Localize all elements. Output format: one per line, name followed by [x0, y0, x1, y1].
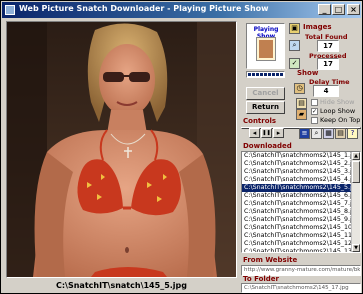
delay-time-input[interactable]: 4: [313, 85, 339, 97]
images-section-label: Images: [303, 23, 332, 31]
control-panel: Playing Show ▣ Images Total Found ⌕ 17 P…: [241, 21, 361, 293]
scroll-thumb[interactable]: [352, 161, 360, 183]
cancel-button[interactable]: Cancel: [246, 87, 285, 100]
app-icon: [5, 5, 15, 15]
slideshow-icon: ▤: [296, 98, 307, 109]
photo-caption: C:\SnatchIT\snatch\145_5.jpg: [55, 281, 187, 290]
displayed-photo: [7, 22, 236, 277]
controls-section-label: Controls: [243, 117, 277, 125]
next-button[interactable]: ▸: [273, 128, 284, 138]
minimize-button[interactable]: _: [318, 4, 331, 15]
processed-icon: ✓: [289, 58, 300, 69]
scroll-up-button[interactable]: ▲: [352, 152, 360, 160]
hide-show-label: Hide Show: [320, 98, 355, 106]
previous-button[interactable]: ◂: [249, 128, 260, 138]
scroll-down-button[interactable]: ▼: [352, 244, 360, 252]
to-folder-field: C:\SnatchIT\snatchmoms2\145_17.jpg: [241, 283, 361, 293]
hide-show-checkbox[interactable]: Hide Show: [311, 98, 354, 106]
keep-on-top-check: [311, 116, 318, 124]
processed-value: 17: [317, 58, 339, 70]
list-item[interactable]: C:\SnatchIT\snatchmoms2\145_2.jpg: [242, 160, 360, 168]
list-item[interactable]: C:\SnatchIT\snatchmoms2\145_13.jpg: [242, 248, 360, 252]
close-button[interactable]: ×: [347, 4, 360, 15]
window-title: Web Picture Snatch Downloader - Playing …: [19, 4, 269, 13]
help-icon[interactable]: ?: [347, 128, 358, 139]
list-item[interactable]: C:\SnatchIT\snatchmoms2\145_11.jpg: [242, 232, 360, 240]
hide-show-check: [311, 98, 318, 106]
loop-show-label: Loop Show: [320, 107, 356, 115]
downloaded-list[interactable]: C:\SnatchIT\snatchmoms2\145_1.jpg C:\Snat…: [241, 151, 361, 253]
title-bar[interactable]: Web Picture Snatch Downloader - Playing …: [2, 2, 361, 18]
return-button[interactable]: Return: [246, 101, 285, 114]
show-progress-bar: [246, 71, 285, 78]
images-icon: ▣: [289, 23, 300, 34]
pause-button[interactable]: ❚❚: [261, 128, 272, 138]
to-folder-label: To Folder: [243, 275, 280, 283]
list-item[interactable]: C:\SnatchIT\snatchmoms2\145_5.jpg: [242, 184, 360, 192]
details-icon[interactable]: ▤: [335, 128, 346, 139]
show-section-label: Show: [297, 69, 319, 77]
from-website-label: From Website: [243, 256, 298, 264]
list-item[interactable]: C:\SnatchIT\snatchmoms2\145_8.jpg: [242, 208, 360, 216]
picture-frame-icon: [256, 37, 276, 61]
list-item[interactable]: C:\SnatchIT\snatchmoms2\145_4.jpg: [242, 176, 360, 184]
search-images-icon: ⌕: [289, 40, 300, 51]
magnifier-icon[interactable]: ⌕: [311, 128, 322, 139]
photo-viewer: [6, 21, 237, 278]
list-view-icon[interactable]: ≡: [299, 128, 310, 139]
keep-on-top-checkbox[interactable]: Keep On Top: [311, 116, 360, 124]
maximize-button[interactable]: □: [332, 4, 345, 15]
total-found-value: 17: [317, 40, 339, 52]
app-window: Web Picture Snatch Downloader - Playing …: [0, 0, 363, 294]
list-item[interactable]: C:\SnatchIT\snatchmoms2\145_7.jpg: [242, 200, 360, 208]
keep-on-top-label: Keep On Top: [320, 116, 361, 124]
list-item[interactable]: C:\SnatchIT\snatchmoms2\145_9.jpg: [242, 216, 360, 224]
thumbnails-icon[interactable]: ▦: [323, 128, 334, 139]
folder-icon: ▰: [296, 109, 307, 120]
loop-show-check: ✓: [311, 107, 318, 115]
list-item[interactable]: C:\SnatchIT\snatchmoms2\145_1.jpg: [242, 152, 360, 160]
list-item[interactable]: C:\SnatchIT\snatchmoms2\145_12.jpg: [242, 240, 360, 248]
list-item[interactable]: C:\SnatchIT\snatchmoms2\145_10.jpg: [242, 224, 360, 232]
downloaded-scrollbar[interactable]: ▲ ▼: [351, 152, 360, 252]
loop-show-checkbox[interactable]: ✓ Loop Show: [311, 107, 355, 115]
timer-icon: ◷: [294, 83, 305, 94]
status-card: Playing Show: [246, 23, 285, 69]
downloaded-rows: C:\SnatchIT\snatchmoms2\145_1.jpg C:\Snat…: [242, 152, 360, 252]
downloaded-section-label: Downloaded: [243, 142, 292, 150]
list-item[interactable]: C:\SnatchIT\snatchmoms2\145_6.jpg: [242, 192, 360, 200]
list-item[interactable]: C:\SnatchIT\snatchmoms2\145_3.jpg: [242, 168, 360, 176]
